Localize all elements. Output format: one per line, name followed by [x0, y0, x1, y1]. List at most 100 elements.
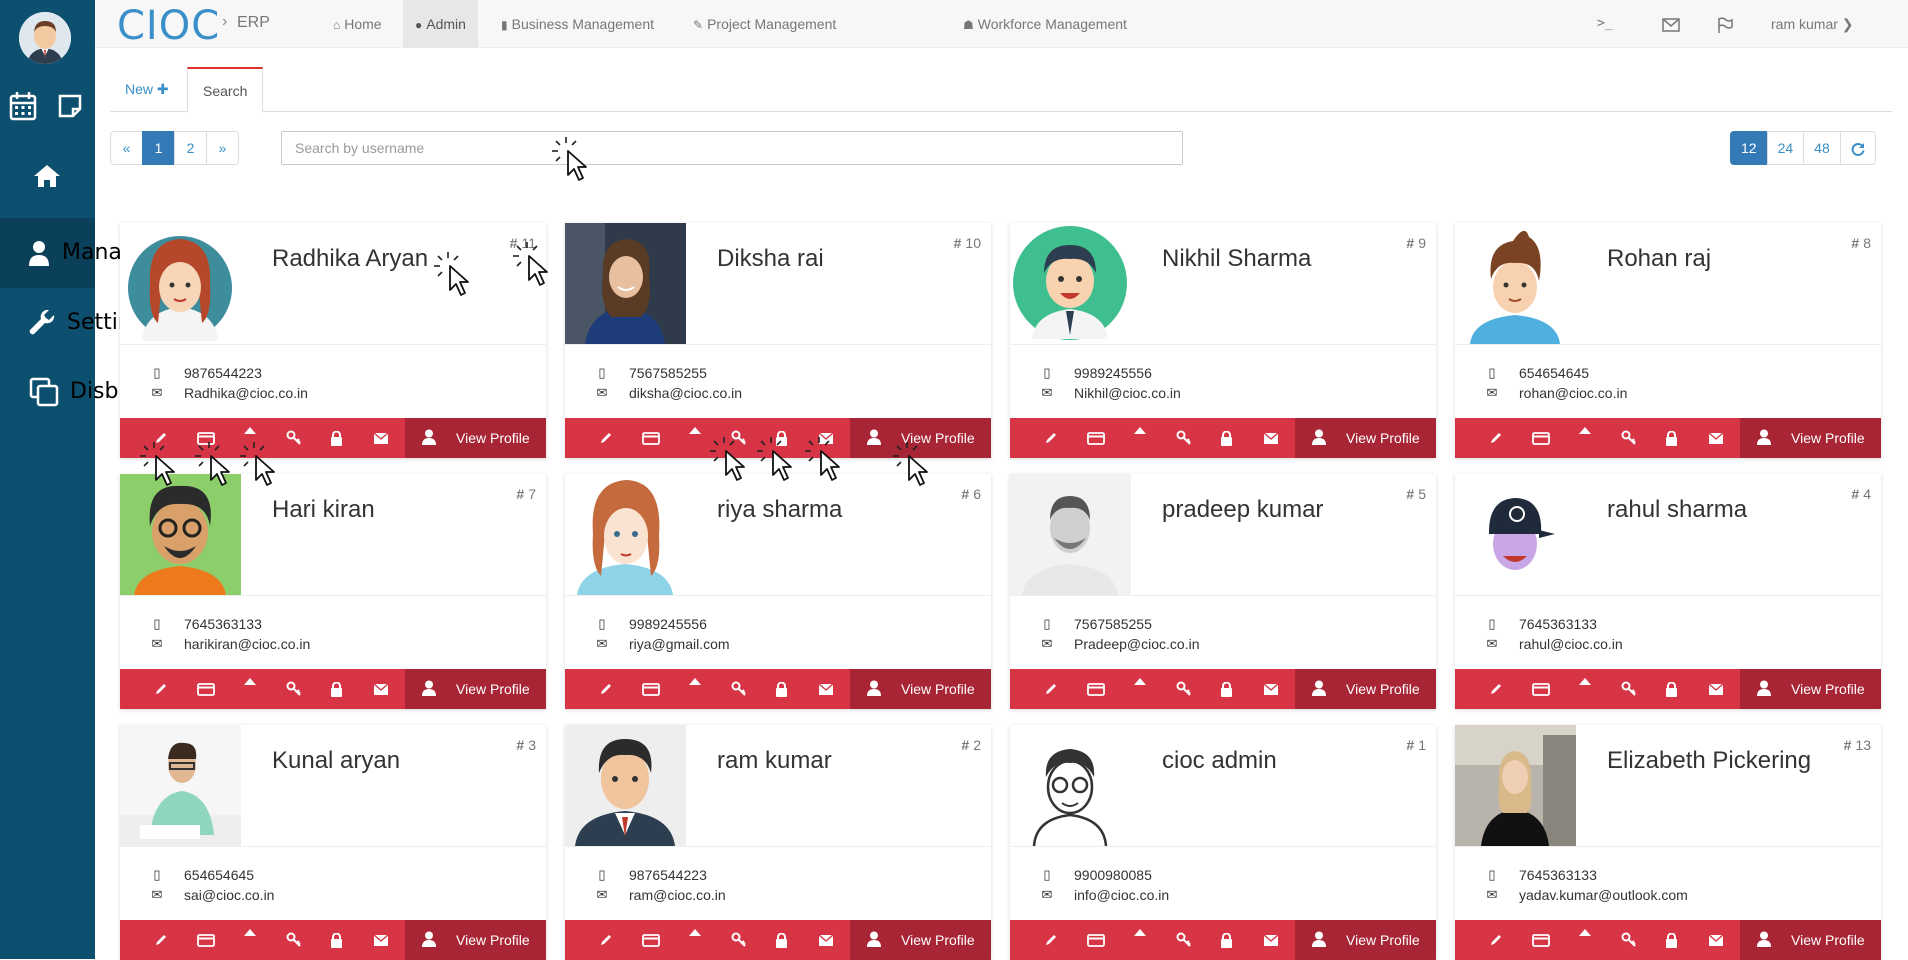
credit-card-button[interactable]	[631, 920, 671, 960]
credit-card-button[interactable]	[1521, 669, 1561, 709]
edit-button[interactable]	[586, 920, 626, 960]
view-profile-button[interactable]: View Profile	[1740, 920, 1881, 960]
eject-button[interactable]	[1565, 915, 1605, 955]
eject-button[interactable]	[1120, 413, 1160, 453]
edit-button[interactable]	[1476, 669, 1516, 709]
view-profile-button[interactable]: View Profile	[850, 669, 991, 709]
credit-card-button[interactable]	[1521, 920, 1561, 960]
lock-button[interactable]	[1651, 669, 1691, 709]
lock-button[interactable]	[316, 669, 356, 709]
tab-search[interactable]: Search	[187, 67, 264, 113]
credit-card-button[interactable]	[186, 669, 226, 709]
eject-button[interactable]	[675, 664, 715, 704]
mail-icon[interactable]	[1662, 0, 1680, 48]
mail-button[interactable]	[361, 418, 401, 458]
tab-new[interactable]: New ✚	[110, 67, 184, 112]
eject-button[interactable]	[675, 915, 715, 955]
sidebar-item-disbursal[interactable]: Disbursal	[0, 357, 173, 427]
lock-button[interactable]	[316, 418, 356, 458]
key-button[interactable]	[1164, 920, 1204, 960]
search-input[interactable]	[281, 131, 1183, 165]
terminal-icon[interactable]: >_	[1597, 0, 1613, 48]
edit-button[interactable]	[586, 669, 626, 709]
key-button[interactable]	[719, 920, 759, 960]
eject-button[interactable]	[675, 413, 715, 453]
edit-button[interactable]	[586, 418, 626, 458]
view-profile-button[interactable]: View Profile	[405, 418, 546, 458]
sidebar-home[interactable]	[0, 158, 95, 200]
page-size-48[interactable]: 48	[1803, 131, 1841, 165]
key-button[interactable]	[274, 669, 314, 709]
note-icon[interactable]	[57, 93, 83, 124]
pager-page-1[interactable]: 1	[142, 131, 175, 165]
lock-button[interactable]	[1651, 418, 1691, 458]
mail-button[interactable]	[1251, 920, 1291, 960]
credit-card-button[interactable]	[631, 418, 671, 458]
nav-project-management[interactable]: ✎ Project Management	[681, 0, 848, 48]
edit-button[interactable]	[1031, 669, 1071, 709]
pager-next[interactable]: »	[206, 131, 239, 165]
eject-button[interactable]	[1565, 664, 1605, 704]
sidebar-item-manage-users[interactable]: Manage Users	[0, 218, 218, 288]
edit-button[interactable]	[1476, 418, 1516, 458]
brand-logo[interactable]: CIOC	[117, 3, 220, 49]
mail-button[interactable]	[1696, 418, 1736, 458]
flag-icon[interactable]	[1717, 0, 1733, 48]
lock-button[interactable]	[316, 920, 356, 960]
credit-card-button[interactable]	[1076, 669, 1116, 709]
refresh-button[interactable]	[1839, 131, 1876, 165]
view-profile-button[interactable]: View Profile	[1295, 669, 1436, 709]
edit-button[interactable]	[141, 920, 181, 960]
key-button[interactable]	[1609, 418, 1649, 458]
key-button[interactable]	[1609, 669, 1649, 709]
lock-button[interactable]	[1651, 920, 1691, 960]
mail-button[interactable]	[806, 669, 846, 709]
key-button[interactable]	[719, 669, 759, 709]
view-profile-button[interactable]: View Profile	[1740, 669, 1881, 709]
mail-button[interactable]	[361, 920, 401, 960]
credit-card-button[interactable]	[1076, 418, 1116, 458]
lock-button[interactable]	[1206, 418, 1246, 458]
view-profile-button[interactable]: View Profile	[1740, 418, 1881, 458]
mail-button[interactable]	[806, 920, 846, 960]
eject-button[interactable]	[230, 664, 270, 704]
mail-button[interactable]	[1696, 669, 1736, 709]
pager-page-2[interactable]: 2	[174, 131, 207, 165]
edit-button[interactable]	[1476, 920, 1516, 960]
credit-card-button[interactable]	[1076, 920, 1116, 960]
credit-card-button[interactable]	[186, 920, 226, 960]
mail-button[interactable]	[1251, 418, 1291, 458]
eject-button[interactable]	[1565, 413, 1605, 453]
key-button[interactable]	[1164, 418, 1204, 458]
view-profile-button[interactable]: View Profile	[850, 920, 991, 960]
key-button[interactable]	[1609, 920, 1649, 960]
sidebar-avatar[interactable]	[19, 12, 71, 64]
page-size-12[interactable]: 12	[1730, 131, 1768, 165]
page-size-24[interactable]: 24	[1766, 131, 1805, 165]
edit-button[interactable]	[1031, 418, 1071, 458]
calendar-icon[interactable]	[9, 91, 37, 126]
edit-button[interactable]	[141, 669, 181, 709]
eject-button[interactable]	[230, 915, 270, 955]
nav-home[interactable]: ⌂ Home	[321, 0, 394, 48]
nav-admin[interactable]: ● Admin	[403, 0, 478, 48]
view-profile-button[interactable]: View Profile	[405, 920, 546, 960]
brand-app-name[interactable]: ERP	[237, 14, 270, 32]
eject-button[interactable]	[1120, 664, 1160, 704]
lock-button[interactable]	[1206, 920, 1246, 960]
mail-button[interactable]	[1696, 920, 1736, 960]
lock-button[interactable]	[1206, 669, 1246, 709]
nav-workforce-management[interactable]: ☗ Workforce Management	[951, 0, 1139, 48]
credit-card-button[interactable]	[631, 669, 671, 709]
pager-prev[interactable]: «	[110, 131, 143, 165]
eject-button[interactable]	[1120, 915, 1160, 955]
user-menu[interactable]: ram kumar ❯	[1771, 0, 1854, 48]
lock-button[interactable]	[761, 669, 801, 709]
credit-card-button[interactable]	[1521, 418, 1561, 458]
view-profile-button[interactable]: View Profile	[405, 669, 546, 709]
key-button[interactable]	[1164, 669, 1204, 709]
view-profile-button[interactable]: View Profile	[1295, 920, 1436, 960]
sidebar-item-setting[interactable]: Setting	[0, 288, 146, 358]
lock-button[interactable]	[761, 920, 801, 960]
nav-business-management[interactable]: ▮ Business Management	[489, 0, 666, 48]
